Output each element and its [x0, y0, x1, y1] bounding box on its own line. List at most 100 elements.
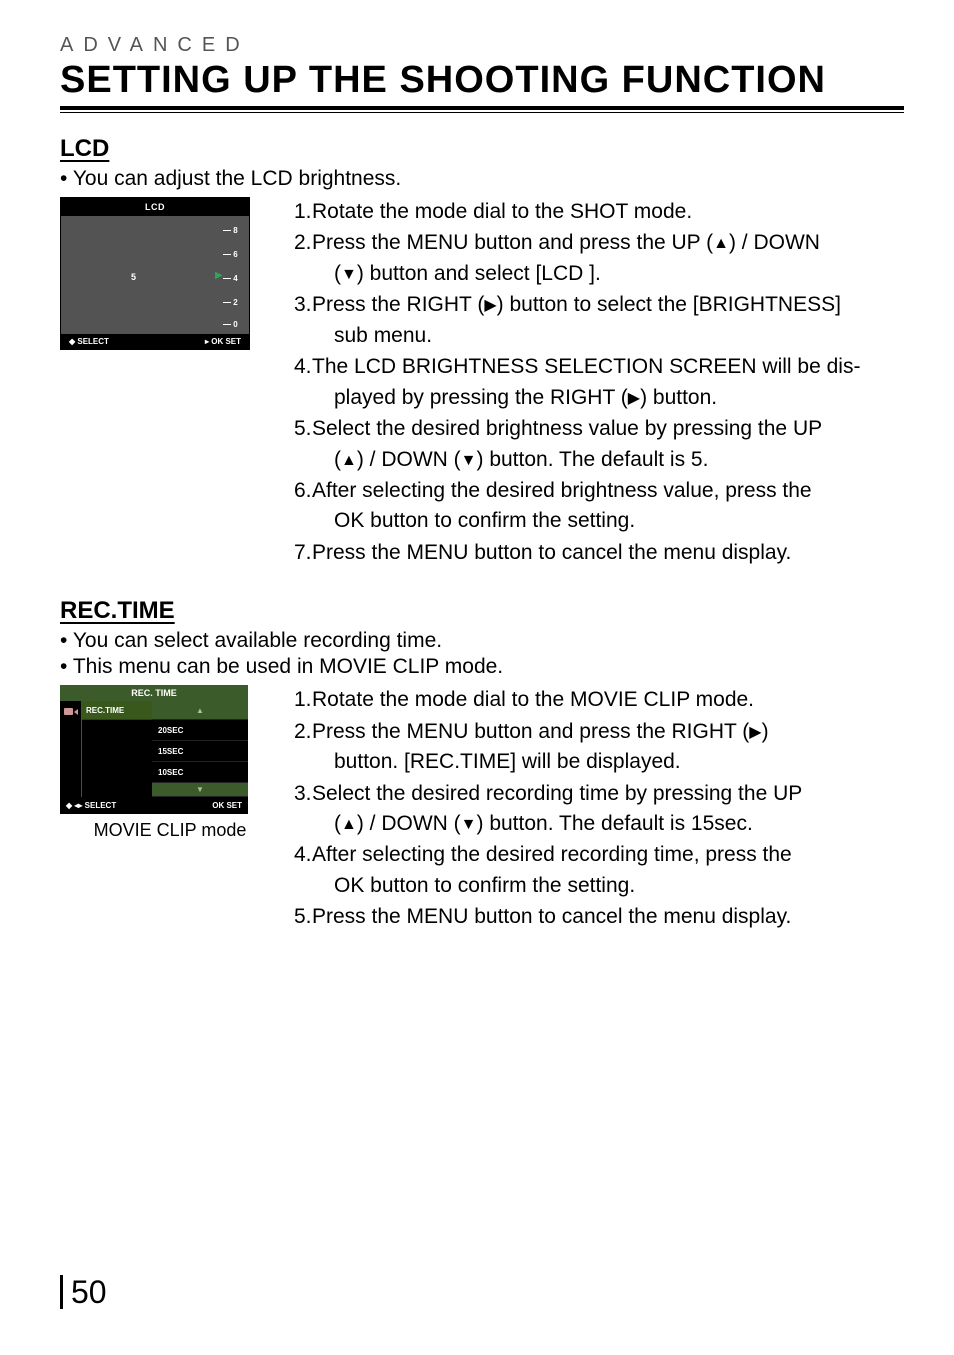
- rec-step-2: 2. Press the MENU button and press the R…: [294, 717, 904, 778]
- rec-s4a: After selecting the desired recording ti…: [312, 843, 792, 866]
- rec-step-5: 5. Press the MENU button to cancel the m…: [294, 902, 904, 932]
- lcd-step-5: 5. Select the desired brightness value b…: [294, 414, 904, 475]
- lcd-ss-value: 5: [131, 272, 136, 282]
- lcd-s2c: (: [334, 262, 341, 285]
- rec-s2b: ): [762, 720, 769, 743]
- rec-s3a: Select the desired recording time by pre…: [312, 782, 802, 805]
- rec-ss-title: REC. TIME: [60, 685, 248, 701]
- rec-ss-opt3: 10SEC: [152, 762, 248, 783]
- rec-ss-camera-icon: [60, 701, 82, 720]
- rec-b2-text: This menu can be used in MOVIE CLIP mode…: [73, 655, 503, 678]
- lcd-s3c: sub menu.: [312, 321, 904, 351]
- lcd-s5a: Select the desired brightness value by p…: [312, 417, 822, 440]
- rec-b1-text: You can select available recording time.: [73, 629, 442, 652]
- lcd-s3b: ) button to select the [BRIGHTNESS]: [497, 293, 841, 316]
- lcd-bullet-text: You can adjust the LCD brightness.: [73, 167, 401, 190]
- lcd-step-2: 2. Press the MENU button and press the U…: [294, 228, 904, 289]
- lcd-step-7: 7.Press the MENU button to cancel the me…: [294, 538, 904, 568]
- page-title: SETTING UP THE SHOOTING FUNCTION: [60, 59, 904, 102]
- right-triangle-icon: ▶: [749, 721, 761, 744]
- rec-ss-tabrow: REC.TIME ▲: [60, 701, 248, 720]
- lcd-ss-body: 5 ▶ 8 6 4 2 0: [61, 216, 249, 334]
- rec-ss-footer: ◆ ◂▸ SELECT OK SET: [60, 797, 248, 814]
- lcd-ss-scale: 8 6 4 2 0: [223, 224, 241, 326]
- lcd-foot-left: ◆ SELECT: [69, 337, 109, 346]
- rec-ss-blank: [82, 783, 152, 797]
- rec-s5: Press the MENU button to cancel the menu…: [312, 905, 791, 928]
- section-label: ADVANCED: [60, 34, 904, 57]
- right-triangle-icon: ▶: [628, 387, 640, 410]
- title-rule-thick: [60, 106, 904, 110]
- lcd-step-3: 3. Press the RIGHT (▶) button to select …: [294, 290, 904, 351]
- lcd-s4c: ) button.: [640, 386, 717, 409]
- rec-ss-tab: REC.TIME: [82, 701, 152, 720]
- rec-foot-left-txt: SELECT: [85, 801, 117, 810]
- lcd-s2d: ) button and select [LCD ].: [357, 262, 601, 285]
- scale-2: 2: [233, 298, 237, 307]
- up-triangle-icon: ▲: [341, 449, 357, 472]
- scale-6: 6: [233, 250, 237, 259]
- lcd-s6a: After selecting the desired brightness v…: [312, 479, 812, 502]
- scale-0: 0: [233, 320, 237, 329]
- scale-4: 4: [233, 274, 237, 283]
- up-triangle-icon: ▲: [713, 232, 729, 255]
- rec-ss-opt1: 20SEC: [152, 720, 248, 741]
- rec-step-3: 3. Select the desired recording time by …: [294, 779, 904, 840]
- lcd-s6b: OK button to confirm the setting.: [312, 506, 904, 536]
- lcd-s4a: The LCD BRIGHTNESS SELECTION SCREEN will…: [312, 355, 860, 378]
- rec-s1: Rotate the mode dial to the MOVIE CLIP m…: [312, 688, 754, 711]
- rec-ss-blank: [60, 741, 82, 762]
- rec-s2c: button. [REC.TIME] will be displayed.: [312, 747, 904, 777]
- lcd-s2a: Press the MENU button and press the UP (: [312, 231, 713, 254]
- up-triangle-icon: ▲: [341, 813, 357, 836]
- lcd-s2b: ) / DOWN: [729, 231, 820, 254]
- rec-foot-left: ◆ ◂▸ SELECT: [66, 801, 116, 810]
- lcd-s3a: Press the RIGHT (: [312, 293, 484, 316]
- lcd-step1-text: Rotate the mode dial to the SHOT mode.: [312, 197, 904, 227]
- rec-caption: MOVIE CLIP mode: [60, 820, 280, 841]
- up-arrow-icon: ▲: [152, 701, 248, 720]
- lcd-ss-title: LCD: [61, 198, 249, 216]
- rec-ss-blank: [60, 720, 82, 741]
- lcd-foot-right: ▸ OK SET: [205, 337, 241, 346]
- page-number: 50: [60, 1274, 107, 1311]
- rec-s3b: (: [334, 812, 341, 835]
- lcd-heading: LCD: [60, 135, 904, 163]
- rec-foot-right: OK SET: [212, 801, 242, 810]
- rec-ss-blank: [82, 720, 152, 741]
- lcd-step-4: 4. The LCD BRIGHTNESS SELECTION SCREEN w…: [294, 352, 904, 413]
- rec-ss-row2: 15SEC: [60, 741, 248, 762]
- down-triangle-icon: ▼: [461, 449, 477, 472]
- lcd-steps: 1.Rotate the mode dial to the SHOT mode.…: [294, 197, 904, 569]
- right-triangle-icon: ▶: [484, 294, 496, 317]
- lcd-s5c: ) / DOWN (: [357, 448, 461, 471]
- rec-ss-row1: 20SEC: [60, 720, 248, 741]
- down-triangle-icon: ▼: [461, 813, 477, 836]
- lcd-step-1: 1.Rotate the mode dial to the SHOT mode.: [294, 197, 904, 227]
- lcd-s7: Press the MENU button to cancel the menu…: [312, 538, 904, 568]
- rec-step-4: 4. After selecting the desired recording…: [294, 840, 904, 901]
- lcd-screenshot: LCD 5 ▶ 8 6 4 2 0 ◆ SELECT ▸ OK SET: [60, 197, 250, 350]
- scale-8: 8: [233, 226, 237, 235]
- rec-ss-blank: [82, 762, 152, 783]
- title-rule-thin: [60, 112, 904, 113]
- lcd-foot-left-txt: SELECT: [77, 337, 109, 346]
- rec-ss-blank: [60, 762, 82, 783]
- rec-ss-row-arrow: ▼: [60, 783, 248, 797]
- rec-ss-blank: [60, 783, 82, 797]
- lcd-ss-footer: ◆ SELECT ▸ OK SET: [61, 334, 249, 349]
- down-triangle-icon: ▼: [341, 263, 357, 286]
- lcd-foot-right-txt: OK SET: [211, 337, 241, 346]
- rec-heading: REC.TIME: [60, 597, 904, 625]
- down-arrow-icon: ▼: [152, 783, 248, 797]
- rec-s3c: ) / DOWN (: [357, 812, 461, 835]
- rec-s4b: OK button to confirm the setting.: [312, 871, 904, 901]
- rec-ss-blank: [82, 741, 152, 762]
- lcd-s4b: played by pressing the RIGHT (: [334, 386, 628, 409]
- lcd-bullet: • You can adjust the LCD brightness.: [60, 167, 904, 191]
- rec-steps: 1. Rotate the mode dial to the MOVIE CLI…: [294, 685, 904, 934]
- rec-s2a: Press the MENU button and press the RIGH…: [312, 720, 749, 743]
- play-triangle-icon: ▶: [215, 270, 223, 281]
- rec-bullet-2: • This menu can be used in MOVIE CLIP mo…: [60, 655, 904, 679]
- rec-s3d: ) button. The default is 15sec.: [477, 812, 753, 835]
